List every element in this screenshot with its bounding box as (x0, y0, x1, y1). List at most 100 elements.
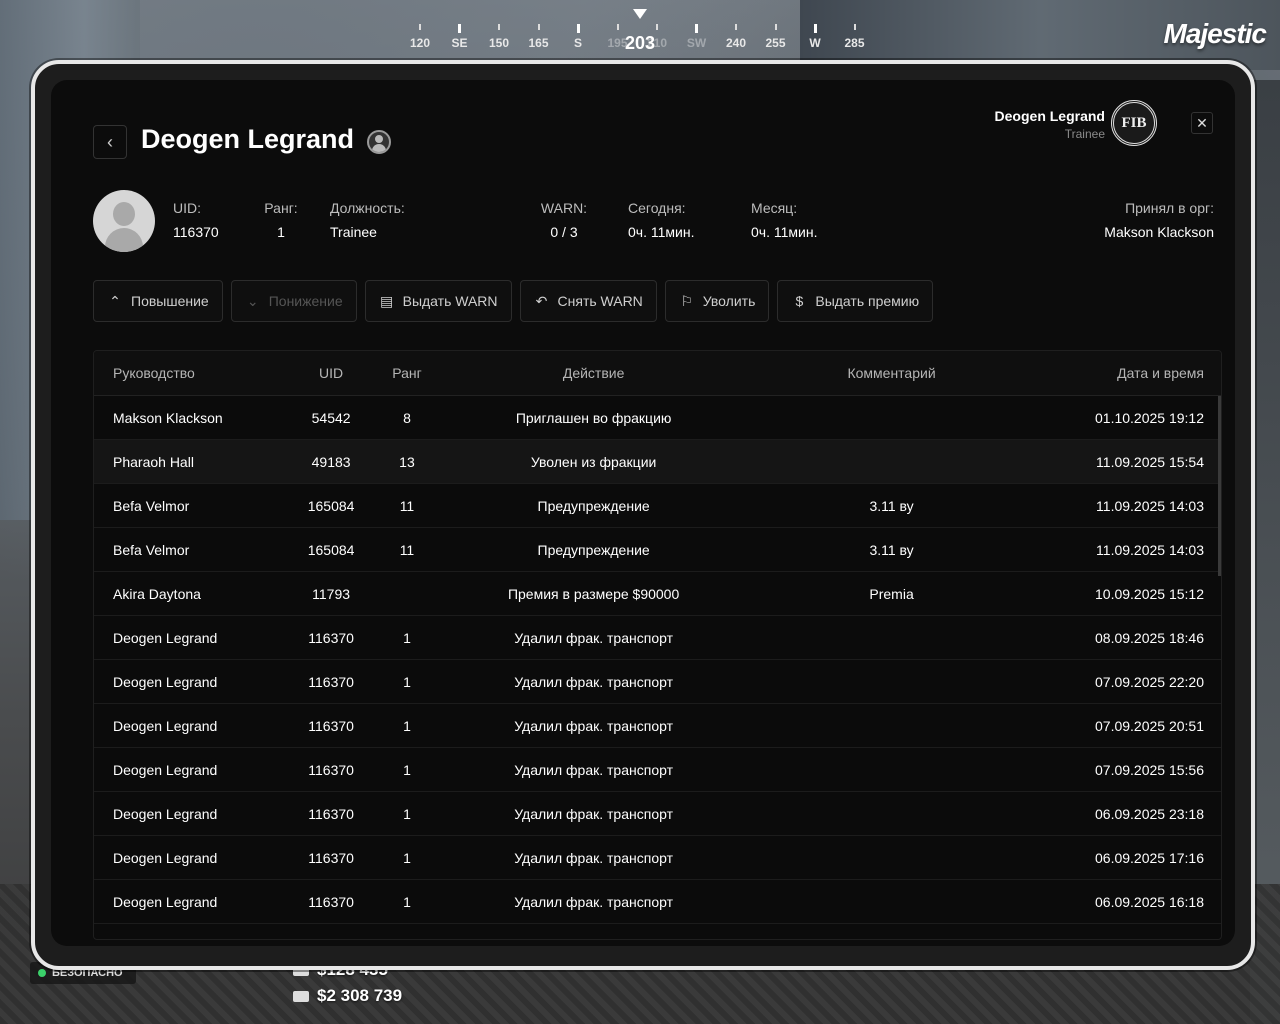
fire-button-label: Уволить (702, 293, 756, 309)
current-user-rank: Trainee (1064, 127, 1105, 141)
cell-action: Удалил фрак. транспорт (514, 893, 673, 910)
cell-comment: Premia (869, 585, 914, 602)
cell-rank: 1 (403, 893, 411, 910)
cell-uid: 116370 (308, 761, 354, 778)
table-row[interactable]: Makson Klackson 54542 8 Приглашен во фракци… (94, 396, 1221, 440)
compass-tick: 120 (400, 24, 440, 50)
cell-manager: Deogen Legrand (113, 805, 218, 822)
compass-tick: S (558, 24, 598, 50)
stat-value: 1 (277, 224, 285, 240)
coin-icon: $ (795, 293, 804, 309)
promote-button-label: Повышение (131, 293, 209, 309)
cell-datetime: 06.09.2025 23:18 (1095, 805, 1204, 822)
cell-datetime: 07.09.2025 15:56 (1095, 761, 1204, 778)
cell-datetime: 01.10.2025 19:12 (1095, 409, 1204, 426)
stat-rank: Ранг: 1 (261, 200, 301, 240)
cell-action: Предупреждение (537, 497, 650, 514)
promote-button[interactable]: ⌃ Повышение (93, 280, 223, 322)
undo-icon: ↶ (535, 292, 548, 309)
cell-uid: 116370 (308, 893, 354, 910)
cell-action: Уволен из фракции (530, 453, 657, 470)
cell-uid: 116370 (308, 805, 354, 822)
table-row[interactable]: Deogen Legrand 116370 1 Удалил фрак. трансп… (94, 836, 1221, 880)
stat-value: 116370 (173, 224, 219, 240)
cell-action: Удалил фрак. транспорт (514, 673, 673, 690)
tablet-frame: ‹ Deogen Legrand Deogen Legrand Trainee … (31, 60, 1255, 970)
demote-button[interactable]: ⌄ Понижение (230, 280, 357, 322)
cell-comment: 3.11 ву (869, 541, 914, 558)
table-row[interactable]: Deogen Legrand1163701Удалил фрак. трансп… (94, 880, 1221, 924)
fire-button[interactable]: ⚐ Уволить (664, 280, 770, 322)
table-row[interactable]: Akira Daytona 11793 Премия в размере $9000… (94, 572, 1221, 616)
shield-icon (38, 969, 46, 977)
back-button[interactable]: ‹ (93, 125, 127, 159)
page-title: Deogen Legrand (141, 124, 355, 154)
cell-action: Удалил фрак. транспорт (514, 761, 673, 778)
history-table: Руководство UID Ранг Действие Комментари… (93, 350, 1222, 940)
cell-action: Удалил фрак. транспорт (435, 938, 751, 940)
table-row[interactable]: Pharaoh Hall 49183 13 Уволен из фракции 11.0… (94, 440, 1221, 484)
cell-manager: Deogen Legrand (113, 629, 218, 646)
column-header-uid: UID (319, 365, 344, 381)
cell-rank: 13 (399, 453, 415, 470)
give-bonus-button-label: Выдать премию (815, 293, 920, 309)
brand-logo: Majestic (1163, 18, 1267, 49)
avatar (93, 190, 155, 252)
table-row[interactable]: Deogen Legrand1163701Удалил фрак. трансп… (94, 704, 1221, 748)
compass-tick: 285 (835, 24, 875, 50)
compass-tick: SW (677, 24, 717, 50)
cell-datetime: 07.09.2025 20:51 (1095, 717, 1204, 734)
table-body[interactable]: Makson Klackson 54542 8 Приглашен во фракци… (94, 396, 1221, 940)
cell-rank: 1 (403, 849, 411, 866)
cell-uid: 49183 (311, 453, 351, 470)
stat-label: Сегодня: (628, 200, 686, 216)
table-row[interactable]: Deogen Legrand1163701Удалил фрак. трансп… (94, 792, 1221, 836)
action-bar: ⌃ Повышение ⌄ Понижение ▤ Выдать WARN ↶ … (93, 280, 934, 322)
cell-manager: Akira Daytona (113, 585, 201, 602)
stat-value: 0ч. 11мин. (751, 224, 818, 240)
remove-warn-button-label: Снять WARN (557, 293, 643, 309)
cell-manager: Makson Klackson (113, 409, 223, 426)
stat-value: 0ч. 11мин. (628, 224, 695, 240)
compass-tick: 255 (756, 24, 796, 50)
compass-tick: 150 (479, 24, 519, 50)
table-row[interactable]: Deogen Legrand1163701Удалил фрак. трансп… (94, 748, 1221, 792)
give-bonus-button[interactable]: $ Выдать премию (777, 280, 934, 322)
user-profile-icon[interactable] (367, 130, 391, 154)
compass-tick: SE (440, 24, 480, 50)
table-scrollbar[interactable] (1218, 396, 1221, 576)
cell-datetime: 11.09.2025 14:03 (1096, 497, 1204, 514)
cell-uid: 116370 (308, 849, 354, 866)
table-row[interactable]: Deogen Legrand1163701Удалил фрак. трансп… (94, 616, 1221, 660)
cell-uid: 116370 (308, 629, 354, 646)
cell-rank: 8 (403, 409, 411, 426)
cell-action: Удалил фрак. транспорт (514, 849, 673, 866)
stat-hired-by: Принял в орг: Makson Klackson (1104, 200, 1214, 240)
issue-warn-button[interactable]: ▤ Выдать WARN (364, 280, 512, 322)
cell-action: Приглашен во фракцию (515, 409, 672, 426)
cell-datetime: 05.09.2025 22:28 (1031, 938, 1221, 940)
cell-rank: 11 (399, 497, 415, 514)
stat-label: WARN: (540, 200, 588, 216)
stat-month: Месяц: 0ч. 11мин. (751, 200, 817, 240)
chevron-down-icon: ⌄ (246, 292, 259, 309)
fire-user-icon: ⚐ (680, 292, 694, 309)
column-header-comment: Комментарий (847, 365, 936, 381)
member-profile-screen: ‹ Deogen Legrand Deogen Legrand Trainee … (51, 80, 1235, 946)
cell-action: Предупреждение (537, 541, 650, 558)
cell-datetime: 11.09.2025 14:03 (1096, 541, 1204, 558)
cell-manager: Deogen Legrand (94, 938, 284, 940)
table-row[interactable]: Befa Velmor 165084 11 Предупреждение 3.11 ву… (94, 528, 1221, 572)
cell-manager: Deogen Legrand (113, 849, 218, 866)
cell-datetime: 06.09.2025 16:18 (1095, 893, 1204, 910)
close-button[interactable]: ✕ (1191, 112, 1213, 134)
remove-warn-button[interactable]: ↶ Снять WARN (519, 280, 657, 322)
cell-rank: 1 (403, 717, 411, 734)
table-row[interactable]: Deogen Legrand1163701Удалил фрак. трансп… (94, 924, 1221, 940)
column-header-manager: Руководство (113, 365, 195, 381)
stat-label: Месяц: (751, 200, 798, 216)
table-row[interactable]: Deogen Legrand1163701Удалил фрак. трансп… (94, 660, 1221, 704)
cell-action: Удалил фрак. транспорт (514, 805, 673, 822)
chevron-left-icon: ‹ (107, 131, 113, 152)
table-row[interactable]: Befa Velmor 165084 11 Предупреждение 3.11 ву… (94, 484, 1221, 528)
